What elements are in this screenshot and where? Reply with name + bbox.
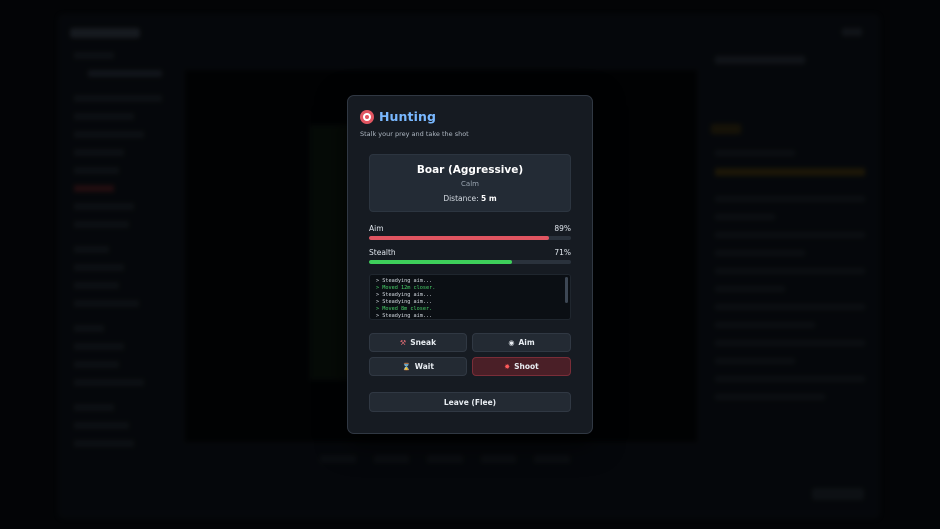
distance-label: Distance: [443,194,479,203]
log-line: > Moved 8m closer. [376,306,433,312]
log-line: > Steadying aim... [376,278,433,284]
animal-name: Boar (Aggressive) [416,164,524,176]
animal-distance: Distance: 5 m [370,194,570,203]
log-line: > Moved 12m closer. [376,285,436,291]
distance-value: 5 m [481,194,497,203]
stealth-value: 71% [554,248,571,257]
log-line: > Steadying aim... [376,313,433,319]
event-log[interactable]: > Steadying aim... > Moved 12m closer. > S… [369,274,571,320]
wait-button[interactable]: ⌛ Wait [369,357,467,376]
log-line: > Steadying aim... [376,292,433,298]
hunting-modal: Hunting Stalk your prey and take the sho… [347,95,593,434]
leave-label: Leave (Flee) [443,397,497,407]
aim-stat: Aim 89% [369,224,571,240]
aim-bar [369,236,571,240]
aim-value: 89% [554,224,571,233]
animal-card: Boar (Aggressive) Calm Distance: 5 m [369,154,571,212]
aim-label: Aim [369,224,384,233]
modal-subtitle: Stalk your prey and take the shot [360,130,469,138]
stealth-bar-fill [369,260,513,264]
sneak-label: Sneak [410,338,437,347]
aim-button-label: Aim [518,338,535,347]
target-icon [360,109,374,124]
log-scrollbar[interactable] [565,277,568,303]
sneak-button[interactable]: ⚒ Sneak [369,333,467,352]
shoot-button[interactable]: ✸ Shoot [472,357,571,376]
stealth-bar [369,260,571,264]
shoot-label: Shoot [514,362,539,371]
modal-title: Hunting [379,109,437,124]
animal-state: Calm [461,180,479,188]
log-line: > Steadying aim... [376,299,433,305]
hourglass-icon: ⌛ [402,362,411,371]
stealth-label: Stealth [369,248,396,257]
aim-button[interactable]: ◉ Aim [472,333,571,352]
modal-header: Hunting [360,109,436,124]
aim-bar-fill [369,236,549,240]
stealth-stat: Stealth 71% [369,248,571,264]
shoot-icon: ✸ [504,362,511,371]
eye-icon: ◉ [508,338,515,347]
sneak-icon: ⚒ [399,338,407,347]
leave-button[interactable]: Leave (Flee) [369,392,571,412]
wait-label: Wait [414,362,434,371]
